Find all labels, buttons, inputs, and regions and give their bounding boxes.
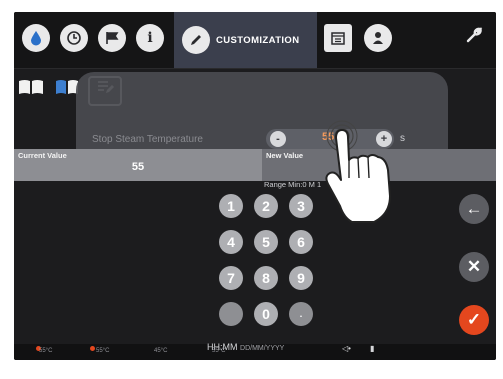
temperature-readout: 55°C: [96, 348, 110, 354]
close-icon: ✕: [466, 257, 482, 276]
pencil-icon: [182, 26, 210, 54]
book-icon[interactable]: [18, 78, 44, 100]
key-7[interactable]: 7: [219, 266, 243, 290]
temperature-readout: 55°C: [39, 348, 53, 354]
chef-icon[interactable]: [364, 24, 392, 52]
key-blank[interactable]: [219, 302, 243, 326]
new-value-label: New Value: [266, 151, 304, 160]
tab-customization-label: CUSTOMIZATION: [216, 34, 300, 46]
current-value-box: Current Value 55: [14, 149, 262, 181]
key-8[interactable]: 8: [254, 266, 278, 290]
range-text: Range Min:0 M 1: [264, 180, 322, 189]
temperature-readout: 55°C: [212, 348, 226, 354]
stepper-unit: s: [400, 133, 405, 144]
flag-icon[interactable]: [98, 24, 126, 52]
key-3[interactable]: 3: [289, 194, 313, 218]
cancel-button[interactable]: ✕: [459, 252, 489, 282]
key-1[interactable]: 1: [219, 194, 243, 218]
confirm-button[interactable]: ✓: [459, 305, 489, 335]
key-9[interactable]: 9: [289, 266, 313, 290]
arrow-left-icon: ←: [465, 199, 483, 218]
check-icon: ✓: [466, 310, 482, 329]
key-4[interactable]: 4: [219, 230, 243, 254]
key-5[interactable]: 5: [254, 230, 278, 254]
timer-icon[interactable]: [60, 24, 88, 52]
wrench-icon[interactable]: [462, 26, 486, 50]
status-indicator: [90, 346, 95, 351]
key-2[interactable]: 2: [254, 194, 278, 218]
current-value: 55: [131, 161, 145, 173]
device-icon: ▮: [370, 344, 375, 353]
current-value-label: Current Value: [18, 151, 67, 160]
key-6[interactable]: 6: [289, 230, 313, 254]
parameter-label: Stop Steam Temperature: [92, 134, 203, 145]
temperature-readout: 45°C: [154, 348, 168, 354]
date-format: DD/MM/YYYY: [240, 345, 285, 352]
top-tab-bar: i CUSTOMIZATION: [14, 12, 496, 69]
key-decimal[interactable]: .: [289, 302, 313, 326]
back-button[interactable]: ←: [459, 194, 489, 224]
decrement-button[interactable]: -: [270, 131, 286, 147]
volume-icon: ◁•: [342, 344, 351, 353]
tab-customization[interactable]: CUSTOMIZATION: [174, 12, 317, 68]
key-0[interactable]: 0: [254, 302, 278, 326]
water-drop-icon[interactable]: [22, 24, 50, 52]
touch-hand-icon: [325, 120, 391, 223]
info-icon[interactable]: i: [136, 24, 164, 52]
calendar-icon[interactable]: [324, 24, 352, 52]
oven-control-screen: i CUSTOMIZATION Stop Steam Temperature -…: [14, 12, 496, 360]
